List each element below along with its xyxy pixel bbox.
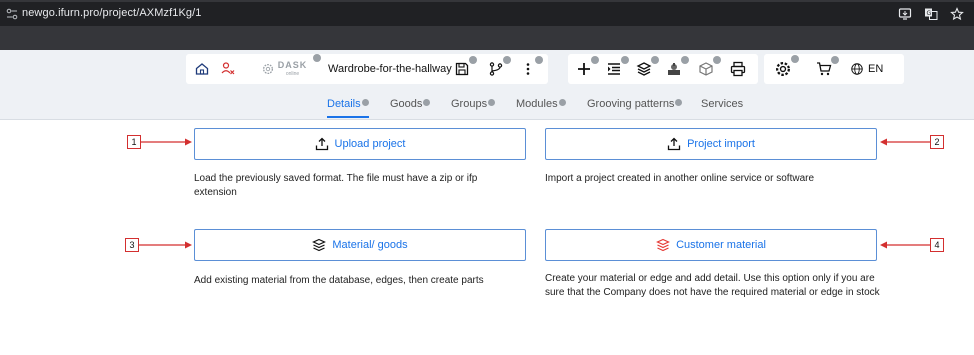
info-badge[interactable] (681, 56, 689, 64)
svg-text:G: G (927, 10, 932, 17)
callout-marker-3: 3 (125, 238, 139, 252)
callout-marker-1: 1 (127, 135, 141, 149)
translate-icon[interactable]: G (924, 7, 938, 21)
browser-tabs-strip (0, 28, 974, 50)
settings-toolbar: EN (764, 54, 904, 84)
site-settings-icon[interactable] (6, 8, 18, 20)
cart-icon (817, 62, 832, 76)
info-badge[interactable] (651, 56, 659, 64)
info-badge[interactable] (831, 56, 839, 64)
tab-label: Groups (451, 98, 488, 110)
more-vertical-icon (526, 63, 530, 75)
material-goods-button[interactable]: Material/ goods (194, 229, 526, 261)
user-x-icon (221, 62, 235, 75)
tab-groups[interactable]: Groups (451, 98, 496, 118)
tab-label: Details (327, 98, 361, 110)
callout-marker-2: 2 (930, 135, 944, 149)
tab-label: Services (701, 98, 744, 110)
tab-grooving-patterns[interactable]: Grooving patterns (587, 98, 683, 118)
branch-icon (489, 62, 503, 76)
tab-services[interactable]: Services (701, 98, 743, 118)
info-badge[interactable] (713, 56, 721, 64)
callout-arrow-1 (141, 138, 192, 146)
address-bar[interactable]: newgo.ifurn.pro/project/AXMzf1Kg/1 G (0, 2, 974, 26)
info-badge[interactable] (591, 56, 599, 64)
layers-icon (656, 238, 671, 252)
tab-bar: Details Goods Groups Modules Grooving pa… (0, 98, 974, 118)
info-badge[interactable] (791, 55, 799, 63)
material-goods-description: Add existing material from the database,… (194, 275, 484, 286)
logo-text: DASK (277, 60, 308, 70)
print-icon (730, 61, 746, 77)
info-badge[interactable] (535, 56, 543, 64)
info-badge[interactable] (675, 99, 683, 106)
info-badge[interactable] (621, 56, 629, 64)
upload-icon (315, 137, 328, 151)
callout-arrow-2 (880, 138, 931, 146)
customer-material-button[interactable]: Customer material (545, 229, 877, 261)
logout-button[interactable] (220, 61, 236, 77)
install-icon[interactable] (898, 7, 912, 21)
machine-icon (668, 63, 680, 75)
home-button[interactable] (194, 61, 210, 77)
info-badge[interactable] (313, 54, 321, 62)
box-icon (699, 62, 713, 76)
language-label: EN (868, 63, 884, 75)
branch-button[interactable] (488, 56, 511, 77)
list-icon (608, 63, 620, 75)
tab-details[interactable]: Details (327, 98, 369, 118)
button-label: Upload project (334, 138, 406, 150)
box-button[interactable] (698, 56, 721, 77)
layers-icon (636, 62, 652, 76)
upload-icon (667, 137, 681, 151)
tab-label: Goods (390, 98, 423, 110)
url-text[interactable]: newgo.ifurn.pro/project/AXMzf1Kg/1 (22, 7, 202, 19)
actions-toolbar (568, 54, 758, 84)
callout-arrow-4 (880, 241, 931, 249)
tab-label: Modules (516, 98, 558, 110)
callout-marker-4: 4 (930, 238, 944, 252)
more-button[interactable] (520, 56, 543, 77)
info-badge[interactable] (423, 99, 431, 106)
button-label: Customer material (676, 239, 766, 251)
dask-logo[interactable]: DASK online (254, 54, 321, 79)
info-badge[interactable] (503, 56, 511, 64)
plus-icon (578, 63, 590, 75)
add-button[interactable] (576, 56, 599, 77)
info-badge[interactable] (469, 56, 477, 64)
machine-button[interactable] (666, 56, 689, 77)
gear-logo-icon (262, 63, 273, 75)
project-import-button[interactable]: Project import (545, 128, 877, 160)
save-icon (455, 62, 469, 76)
tab-goods[interactable]: Goods (390, 98, 431, 118)
home-icon (195, 63, 209, 75)
logo-subtext: online (285, 71, 300, 77)
info-badge[interactable] (488, 99, 496, 106)
project-name[interactable]: Wardrobe-for-the-hallway (328, 63, 452, 75)
save-button[interactable] (454, 56, 477, 77)
gear-icon (776, 62, 790, 76)
tab-modules[interactable]: Modules (516, 98, 566, 118)
globe-icon (851, 63, 863, 75)
cart-button[interactable] (816, 56, 839, 77)
divider (0, 119, 974, 120)
upload-project-description: Load the previously saved format. The fi… (194, 173, 478, 198)
list-button[interactable] (606, 56, 629, 77)
language-selector[interactable]: EN (850, 61, 883, 77)
layers-icon (312, 238, 327, 252)
customer-material-description: Create your material or edge and add det… (545, 273, 880, 298)
tab-label: Grooving patterns (587, 98, 675, 110)
button-label: Project import (687, 138, 755, 150)
callout-arrow-3 (139, 241, 192, 249)
settings-button[interactable] (774, 55, 799, 78)
project-import-description: Import a project created in another onli… (545, 173, 815, 184)
upload-project-button[interactable]: Upload project (194, 128, 526, 160)
layers-button[interactable] (636, 56, 659, 77)
button-label: Material/ goods (332, 239, 408, 251)
print-button[interactable] (730, 61, 746, 77)
info-badge[interactable] (361, 99, 369, 106)
project-toolbar: DASK online Wardrobe-for-the-hallway (186, 54, 548, 84)
info-badge[interactable] (558, 99, 566, 106)
star-icon[interactable] (950, 7, 964, 21)
